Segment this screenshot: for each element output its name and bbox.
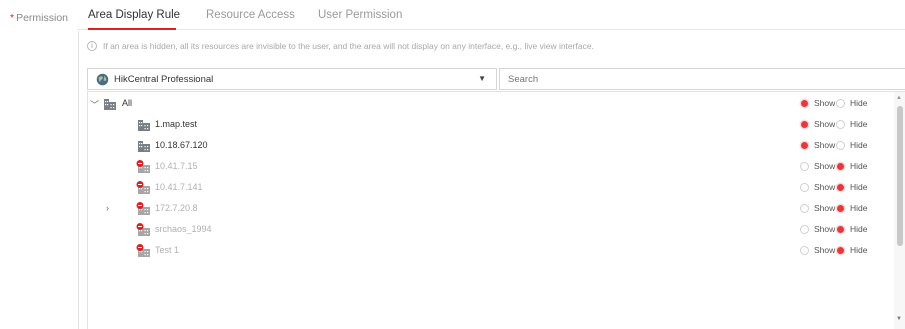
tree-node-label: srchaos_1994 xyxy=(155,224,212,234)
building-hidden-icon xyxy=(136,244,152,258)
tree-row[interactable]: srchaos_1994 Show Hide xyxy=(88,220,888,241)
hide-option[interactable]: Hide xyxy=(836,182,867,192)
hide-radio[interactable] xyxy=(836,98,845,108)
show-label: Show xyxy=(814,182,836,192)
hint-text: If an area is hidden, all its resources … xyxy=(103,41,594,51)
tree-scrollbar[interactable]: ▲ ▼ xyxy=(894,92,905,329)
tab-user-permission[interactable]: User Permission xyxy=(318,9,402,21)
show-label: Show xyxy=(814,245,836,255)
permission-label-text: Permission xyxy=(16,12,69,24)
building-hidden-icon xyxy=(136,202,152,216)
show-option[interactable]: Show xyxy=(800,245,835,255)
show-option[interactable]: Show xyxy=(800,203,835,213)
hide-radio[interactable] xyxy=(836,224,845,234)
permission-label: * Permission xyxy=(10,12,68,24)
hide-label: Hide xyxy=(850,119,868,129)
hide-label: Hide xyxy=(850,203,868,213)
show-radio[interactable] xyxy=(800,203,809,213)
tree-row[interactable]: Test 1 Show Hide xyxy=(88,241,888,262)
scroll-thumb[interactable] xyxy=(897,106,903,246)
hide-label: Hide xyxy=(850,182,868,192)
building-icon xyxy=(136,118,152,132)
hide-radio[interactable] xyxy=(836,140,845,150)
tree-node-label: 172.7.20.8 xyxy=(155,203,198,213)
hide-label: Hide xyxy=(850,98,868,108)
site-select-dropdown[interactable]: HikCentral Professional ▼ xyxy=(87,68,497,90)
tree-node-label: All xyxy=(122,98,133,108)
show-label: Show xyxy=(814,140,836,150)
tree-row[interactable]: 1.map.test Show Hide xyxy=(88,115,888,136)
building-hidden-icon xyxy=(136,160,152,174)
show-option[interactable]: Show xyxy=(800,119,835,129)
hide-option[interactable]: Hide xyxy=(836,119,867,129)
info-icon: i xyxy=(87,41,97,51)
hide-option[interactable]: Hide xyxy=(836,224,867,234)
tree-row[interactable]: 10.41.7.15 Show Hide xyxy=(88,157,888,178)
building-hidden-icon xyxy=(136,181,152,195)
hide-radio[interactable] xyxy=(836,161,845,171)
tab-resource-access[interactable]: Resource Access xyxy=(206,9,295,21)
tree-row[interactable]: 10.41.7.141 Show Hide xyxy=(88,178,888,199)
hide-radio[interactable] xyxy=(836,182,845,192)
hide-option[interactable]: Hide xyxy=(836,140,867,150)
building-icon xyxy=(136,139,152,153)
hide-label: Hide xyxy=(850,224,868,234)
tree-row[interactable]: 10.18.67.120 Show Hide xyxy=(88,136,888,157)
site-select-value: HikCentral Professional xyxy=(114,73,214,85)
show-radio[interactable] xyxy=(800,245,809,255)
expand-chevron-icon[interactable]: › xyxy=(106,203,109,213)
globe-icon xyxy=(96,73,109,85)
hide-option[interactable]: Hide xyxy=(836,98,867,108)
show-option[interactable]: Show xyxy=(800,140,835,150)
show-label: Show xyxy=(814,224,836,234)
hide-radio[interactable] xyxy=(836,119,845,129)
hide-option[interactable]: Hide xyxy=(836,161,867,171)
required-mark: * xyxy=(10,12,15,24)
hide-radio[interactable] xyxy=(836,203,845,213)
collapse-chevron-icon[interactable]: ﹀ xyxy=(90,98,99,111)
hide-option[interactable]: Hide xyxy=(836,203,867,213)
show-radio[interactable] xyxy=(800,119,809,129)
area-tree: ▲ ▼ ﹀ All Show Hide 1.map.test Show Hide 10.18.… xyxy=(87,91,905,329)
show-label: Show xyxy=(814,98,836,108)
show-label: Show xyxy=(814,119,836,129)
show-radio[interactable] xyxy=(800,161,809,171)
active-tab-indicator xyxy=(88,28,176,30)
scroll-up-arrow-icon[interactable]: ▲ xyxy=(896,95,902,101)
tree-row[interactable]: › 172.7.20.8 Show Hide xyxy=(88,199,888,220)
show-option[interactable]: Show xyxy=(800,182,835,192)
hide-radio[interactable] xyxy=(836,245,845,255)
show-radio[interactable] xyxy=(800,98,809,108)
scroll-down-arrow-icon[interactable]: ▼ xyxy=(896,316,902,322)
show-option[interactable]: Show xyxy=(800,161,835,171)
show-label: Show xyxy=(814,203,836,213)
hide-label: Hide xyxy=(850,161,868,171)
show-label: Show xyxy=(814,161,836,171)
show-radio[interactable] xyxy=(800,140,809,150)
hide-option[interactable]: Hide xyxy=(836,245,867,255)
chevron-down-icon: ▼ xyxy=(478,74,486,83)
building-icon xyxy=(102,97,118,111)
tree-node-label: Test 1 xyxy=(155,245,180,255)
tree-node-label: 10.41.7.15 xyxy=(155,161,198,171)
tree-node-label: 1.map.test xyxy=(155,119,198,129)
search-input[interactable] xyxy=(499,68,905,90)
show-option[interactable]: Show xyxy=(800,98,835,108)
tree-node-label: 10.41.7.141 xyxy=(155,182,203,192)
show-radio[interactable] xyxy=(800,182,809,192)
hint-text-row: i If an area is hidden, all its resource… xyxy=(87,41,594,51)
tab-bar: Area Display Rule Resource Access User P… xyxy=(78,0,905,30)
show-radio[interactable] xyxy=(800,224,809,234)
hide-label: Hide xyxy=(850,245,868,255)
show-option[interactable]: Show xyxy=(800,224,835,234)
hide-label: Hide xyxy=(850,140,868,150)
area-display-rule-panel: i If an area is hidden, all its resource… xyxy=(78,31,905,329)
tree-row[interactable]: ﹀ All Show Hide xyxy=(88,94,888,115)
tab-area-display-rule[interactable]: Area Display Rule xyxy=(88,9,180,21)
building-hidden-icon xyxy=(136,223,152,237)
tree-node-label: 10.18.67.120 xyxy=(155,140,208,150)
